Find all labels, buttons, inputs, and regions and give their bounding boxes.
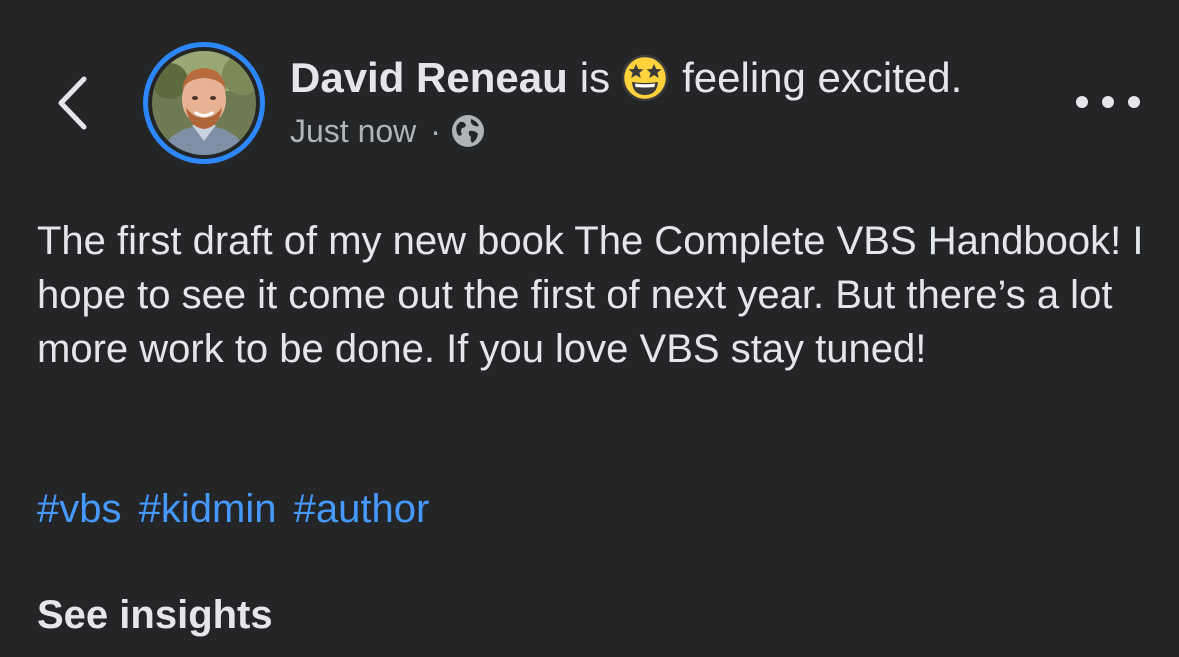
- post-header: David Reneau is feeling excited. Just no…: [0, 0, 1179, 180]
- avatar-ring-gap: [148, 47, 260, 159]
- star-struck-emoji-icon: [621, 54, 669, 102]
- chevron-left-icon: [58, 76, 87, 130]
- feeling-text: feeling excited.: [682, 54, 963, 101]
- avatar-photo: [152, 51, 256, 155]
- see-insights-button[interactable]: See insights: [37, 588, 273, 642]
- hashtag-list: #vbs #kidmin #author: [37, 482, 435, 536]
- post-text: The first draft of my new book The Compl…: [37, 219, 1144, 371]
- more-horizontal-icon: [1076, 96, 1088, 108]
- hashtag-link[interactable]: #kidmin: [139, 487, 277, 531]
- more-options-button[interactable]: [1076, 84, 1140, 120]
- hashtag-link[interactable]: #author: [294, 487, 430, 531]
- timestamp[interactable]: Just now: [290, 109, 416, 153]
- post-meta: Just now ·: [290, 109, 485, 153]
- meta-separator: ·: [430, 113, 441, 149]
- author-line: David Reneau is feeling excited.: [290, 52, 962, 104]
- author-name[interactable]: David Reneau: [290, 52, 568, 104]
- back-button[interactable]: [44, 68, 100, 138]
- globe-icon[interactable]: [451, 114, 485, 148]
- hashtag-link[interactable]: #vbs: [37, 487, 122, 531]
- avatar[interactable]: [143, 42, 265, 164]
- activity-verb: is: [579, 54, 611, 101]
